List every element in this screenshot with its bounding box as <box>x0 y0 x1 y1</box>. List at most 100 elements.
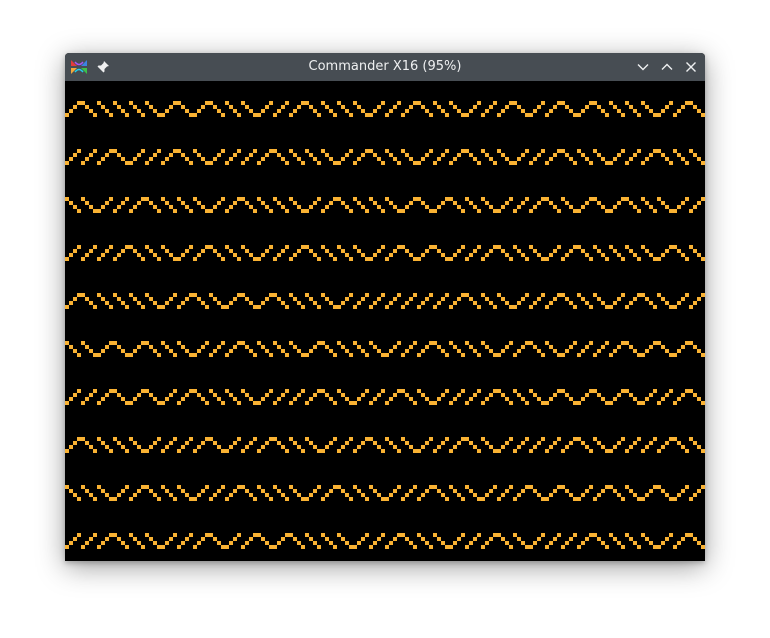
pattern-dot <box>525 293 529 297</box>
pattern-dot <box>349 401 353 405</box>
pattern-dot <box>677 249 681 253</box>
pattern-dot <box>325 445 329 449</box>
commander-x16-logo-icon[interactable] <box>69 57 89 77</box>
pattern-dot <box>441 153 445 157</box>
pattern-dot <box>105 153 109 157</box>
pattern-dot <box>297 157 301 161</box>
chevron-down-icon[interactable] <box>633 57 653 77</box>
pattern-dot <box>561 545 565 549</box>
pattern-dot <box>73 153 77 157</box>
pattern-dot <box>333 545 337 549</box>
pattern-dot <box>197 253 201 257</box>
pattern-dot <box>405 205 409 209</box>
pattern-dot <box>285 389 289 393</box>
pattern-dot <box>405 109 409 113</box>
pattern-dot <box>365 149 369 153</box>
pattern-dot <box>237 437 241 441</box>
pattern-dot <box>533 205 537 209</box>
pattern-dot <box>121 157 125 161</box>
pattern-dot <box>233 201 237 205</box>
pattern-dot <box>633 441 637 445</box>
pattern-dot <box>565 297 569 301</box>
pattern-dot <box>405 493 409 497</box>
pattern-dot <box>593 149 597 153</box>
pattern-dot <box>489 157 493 161</box>
pattern-dot <box>677 205 681 209</box>
pattern-dot <box>341 249 345 253</box>
pattern-dot <box>333 113 337 117</box>
title-bar[interactable]: Commander X16 (95%) <box>65 53 705 81</box>
pattern-dot <box>321 149 325 153</box>
pattern-dot <box>429 149 433 153</box>
pattern-dot <box>645 201 649 205</box>
emulator-screen[interactable] <box>65 81 705 561</box>
pattern-dot <box>205 533 209 537</box>
pattern-dot <box>701 161 705 165</box>
pattern-dot <box>505 201 509 205</box>
pattern-dot <box>565 445 569 449</box>
pattern-dot <box>573 341 577 345</box>
pattern-dot <box>249 301 253 305</box>
pattern-dot <box>333 437 337 441</box>
pattern-dot <box>281 537 285 541</box>
pattern-dot <box>653 437 657 441</box>
pattern-dot <box>269 389 273 393</box>
pattern-dot <box>401 209 405 213</box>
pattern-dot <box>245 393 249 397</box>
pattern-dot <box>617 109 621 113</box>
pattern-dot <box>437 397 441 401</box>
pattern-dot <box>73 297 77 301</box>
pattern-dot <box>313 201 317 205</box>
pattern-dot <box>189 209 193 213</box>
pattern-dot <box>185 349 189 353</box>
pattern-dot <box>261 301 265 305</box>
pattern-dot <box>517 493 521 497</box>
pattern-dot <box>337 341 341 345</box>
pattern-dot <box>601 253 605 257</box>
pattern-dot <box>341 201 345 205</box>
pattern-dot <box>101 205 105 209</box>
pattern-dot <box>625 161 629 165</box>
pattern-dot <box>533 541 537 545</box>
pattern-dot <box>577 293 581 297</box>
pattern-dot <box>333 401 337 405</box>
pattern-dot <box>649 393 653 397</box>
pattern-dot <box>257 161 261 165</box>
pattern-dot <box>201 249 205 253</box>
pattern-dot <box>153 301 157 305</box>
pattern-dot <box>105 345 109 349</box>
pattern-dot <box>241 197 245 201</box>
pattern-dot <box>429 545 433 549</box>
chevron-up-icon[interactable] <box>657 57 677 77</box>
pattern-dot <box>553 349 557 353</box>
pattern-dot <box>697 109 701 113</box>
pattern-dot <box>561 257 565 261</box>
pattern-dot <box>529 485 533 489</box>
pattern-dot <box>661 109 665 113</box>
pattern-dot <box>169 537 173 541</box>
pattern-dot <box>285 353 289 357</box>
pattern-dot <box>357 397 361 401</box>
pattern-dot <box>681 489 685 493</box>
pattern-dot <box>321 389 325 393</box>
pattern-dot <box>537 201 541 205</box>
pattern-dot <box>305 209 309 213</box>
pattern-dot <box>637 113 641 117</box>
close-icon[interactable] <box>681 57 701 77</box>
pattern-dot <box>245 297 249 301</box>
pattern-dot <box>385 497 389 501</box>
pattern-dot <box>137 345 141 349</box>
pattern-dot <box>437 489 441 493</box>
pattern-dot <box>193 197 197 201</box>
pattern-dot <box>69 345 73 349</box>
pattern-dot <box>393 445 397 449</box>
pattern-dot <box>593 293 597 297</box>
pattern-dot <box>505 489 509 493</box>
pin-icon[interactable] <box>93 57 113 77</box>
pattern-dot <box>661 201 665 205</box>
pattern-dot <box>149 537 153 541</box>
pattern-dot <box>541 257 545 261</box>
pattern-dot <box>697 253 701 257</box>
pattern-dot <box>189 353 193 357</box>
pattern-dot <box>625 341 629 345</box>
